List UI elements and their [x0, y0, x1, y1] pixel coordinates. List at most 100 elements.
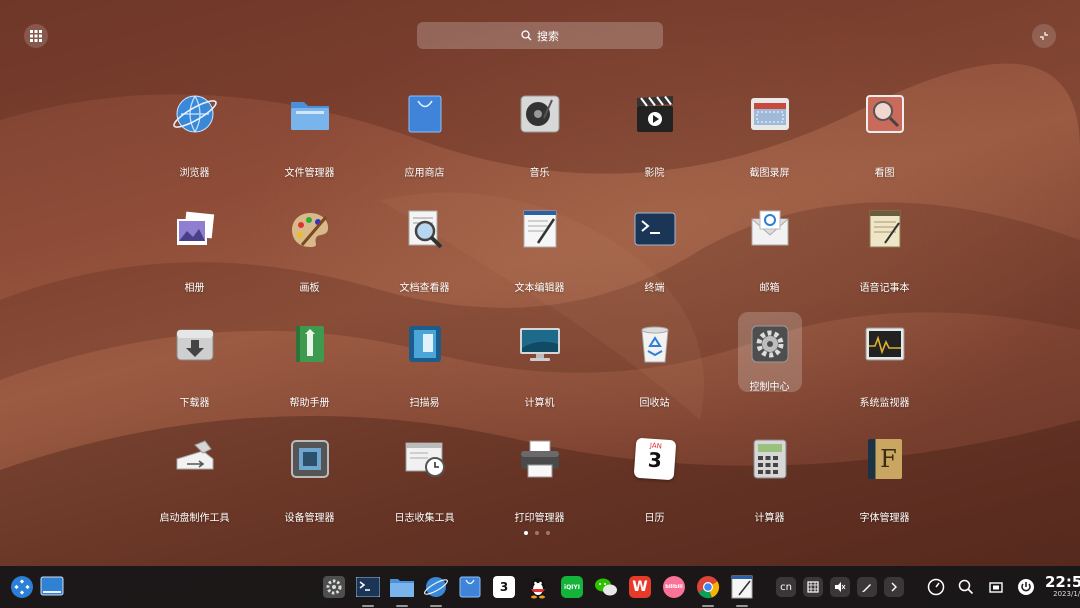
taskbar-text-editor[interactable]	[728, 573, 756, 607]
launcher-button[interactable]	[10, 573, 34, 601]
app-device-manager[interactable]: 设备管理器	[252, 423, 367, 538]
app-label: 文档查看器	[399, 283, 450, 294]
network-speed-button[interactable]	[925, 576, 947, 598]
running-indicator	[396, 605, 408, 607]
taskbar-terminal[interactable]	[354, 573, 382, 607]
app-downloader[interactable]: 下载器	[137, 308, 252, 423]
volume-button[interactable]	[830, 577, 850, 597]
wps-office-icon: W	[629, 576, 651, 598]
browser-globe-icon	[424, 577, 448, 597]
app-image-viewer[interactable]: 看图	[827, 78, 942, 193]
global-search-button[interactable]	[955, 576, 977, 598]
app-help-manual[interactable]: 帮助手册	[252, 308, 367, 423]
taskbar-iqiyi[interactable]: iQIYI	[558, 573, 586, 601]
image-viewer-icon	[853, 82, 917, 146]
search-icon	[958, 579, 974, 595]
app-store[interactable]: 应用商店	[367, 78, 482, 193]
taskbar-apps: 3 iQIYI W bilibili	[320, 573, 756, 607]
taskbar-calendar[interactable]: 3	[490, 573, 518, 601]
app-scanner[interactable]: 扫描易	[367, 308, 482, 423]
app-calendar[interactable]: JAN 3 日历	[597, 423, 712, 538]
app-label: 扫描易	[409, 398, 440, 409]
launcher-icon	[11, 576, 33, 598]
app-photo-album[interactable]: 相册	[137, 193, 252, 308]
app-draw[interactable]: 画板	[252, 193, 367, 308]
app-label: 控制中心	[749, 382, 790, 393]
input-method-label: cn	[780, 581, 792, 593]
taskbar-browser[interactable]	[422, 573, 450, 607]
app-screenshot[interactable]: 截图录屏	[712, 78, 827, 193]
app-file-manager[interactable]: 文件管理器	[252, 78, 367, 193]
app-store-bag-icon	[393, 82, 457, 146]
taskbar-qq[interactable]	[524, 573, 552, 601]
font-manager-icon: F	[853, 427, 917, 491]
speedometer-icon	[927, 578, 945, 596]
app-label: 字体管理器	[859, 513, 910, 524]
desktop-icon	[40, 576, 64, 596]
app-log-collector[interactable]: 日志收集工具	[367, 423, 482, 538]
collapse-icon	[1040, 32, 1048, 40]
taskbar-bilibili[interactable]: bilibili	[660, 573, 688, 601]
clock[interactable]: 22:57 2023/1/3	[1045, 575, 1080, 599]
app-text-editor[interactable]: 文本编辑器	[482, 193, 597, 308]
app-boot-maker[interactable]: 启动盘制作工具	[137, 423, 252, 538]
taskbar-wechat[interactable]	[592, 573, 620, 601]
app-label: 画板	[299, 283, 320, 294]
boot-maker-icon	[163, 427, 227, 491]
font-glyph: F	[880, 445, 897, 473]
running-indicator	[736, 605, 748, 607]
exit-fullscreen-button[interactable]	[1032, 24, 1056, 48]
wps-text: W	[632, 579, 648, 595]
app-control-center[interactable]: 控制中心	[712, 308, 827, 423]
app-computer[interactable]: 计算机	[482, 308, 597, 423]
app-label: 文件管理器	[284, 168, 335, 179]
document-viewer-icon	[393, 197, 457, 261]
power-button[interactable]	[1015, 576, 1037, 598]
iqiyi-text: iQIYI	[564, 583, 580, 591]
taskbar-wps[interactable]: W	[626, 573, 654, 601]
terminal-icon	[623, 197, 687, 261]
app-mail[interactable]: 邮箱	[712, 193, 827, 308]
running-indicator	[362, 605, 374, 607]
tray-right	[925, 576, 1037, 598]
grid-view-toggle-button[interactable]	[24, 24, 48, 48]
app-system-monitor[interactable]: 系统监视器	[827, 308, 942, 423]
app-label: 计算器	[754, 513, 785, 524]
app-calculator[interactable]: 计算器	[712, 423, 827, 538]
multitask-view-button[interactable]	[985, 576, 1007, 598]
taskbar-app-store[interactable]	[456, 573, 484, 601]
voice-notes-icon	[853, 197, 917, 261]
app-document-viewer[interactable]: 文档查看器	[367, 193, 482, 308]
app-movie[interactable]: 影院	[597, 78, 712, 193]
clock-time: 22:57	[1045, 573, 1080, 591]
input-method-button[interactable]: cn	[776, 577, 796, 597]
taskbar-chrome[interactable]	[694, 573, 722, 607]
app-font-manager[interactable]: F 字体管理器	[827, 423, 942, 538]
taskbar-file-manager[interactable]	[388, 573, 416, 607]
search-placeholder: 搜索	[537, 29, 559, 43]
page-dot-3[interactable]	[546, 531, 550, 535]
pen-tool-button[interactable]	[857, 577, 877, 597]
show-desktop-button[interactable]	[40, 573, 64, 601]
power-icon	[1018, 579, 1034, 595]
page-dot-1[interactable]	[524, 531, 528, 535]
app-browser[interactable]: 浏览器	[137, 78, 252, 193]
app-terminal[interactable]: 终端	[597, 193, 712, 308]
app-trash[interactable]: 回收站	[597, 308, 712, 423]
tray-expand-button[interactable]	[884, 577, 904, 597]
downloader-icon	[163, 312, 227, 376]
search-input[interactable]: 搜索	[417, 22, 663, 49]
app-voice-notes[interactable]: 语音记事本	[827, 193, 942, 308]
app-label: 回收站	[639, 398, 670, 409]
app-printer[interactable]: 打印管理器	[482, 423, 597, 538]
trash-icon	[623, 312, 687, 376]
computer-icon	[508, 312, 572, 376]
keyboard-icon	[807, 581, 819, 593]
app-label: 打印管理器	[514, 513, 565, 524]
music-player-icon	[508, 82, 572, 146]
multitask-icon	[989, 582, 1003, 593]
page-dot-2[interactable]	[535, 531, 539, 535]
app-music[interactable]: 音乐	[482, 78, 597, 193]
taskbar-control-center[interactable]	[320, 573, 348, 601]
keyboard-layout-button[interactable]	[803, 577, 823, 597]
